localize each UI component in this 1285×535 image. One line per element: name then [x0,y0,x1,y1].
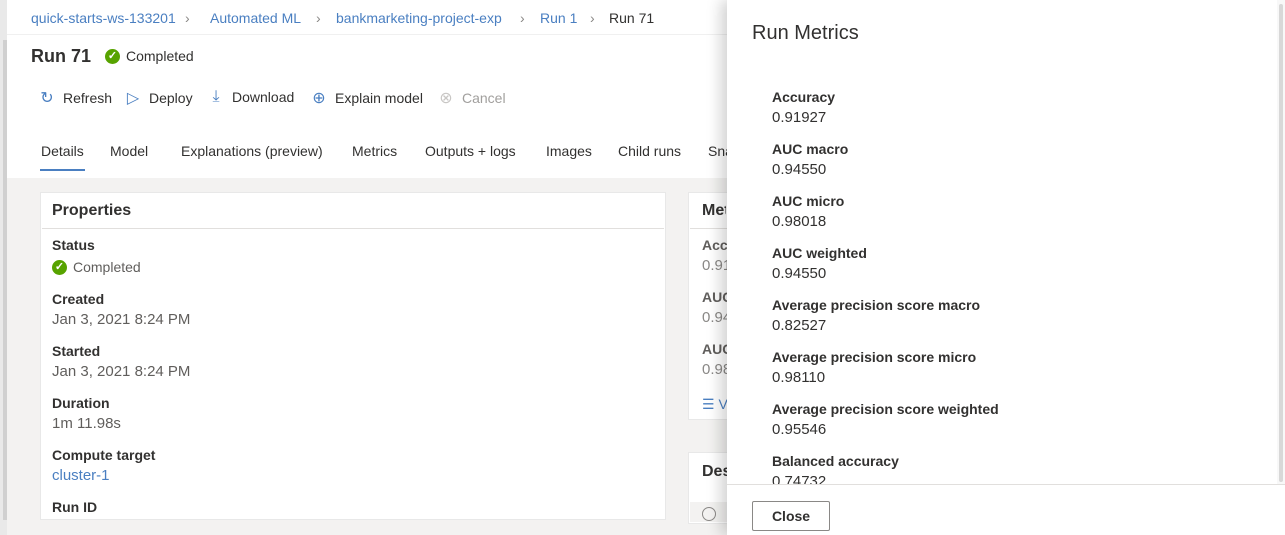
refresh-icon: ↻ [40,90,54,107]
properties-card [40,192,666,520]
created-value: Jan 3, 2021 8:24 PM [52,311,191,328]
started-value: Jan 3, 2021 8:24 PM [52,363,191,380]
play-outline-icon: ▷ [126,90,140,107]
metric-value: 0.98 [702,361,727,378]
breadcrumb-parent-run[interactable]: Run 1 [540,10,577,26]
metrics-card-title: Met [702,202,726,219]
cancel-button[interactable]: ⊗ Cancel [437,88,506,108]
info-icon [702,507,716,521]
metric-label-avg-precision-micro: Average precision score micro [772,349,977,365]
breadcrumb-chevron-icon: › [520,10,525,26]
breadcrumb-workspace[interactable]: quick-starts-ws-133201 [31,10,176,26]
tab-snapshot[interactable]: Sna [708,143,727,159]
metric-label-balanced-accuracy: Balanced accuracy [772,453,899,469]
status-value: ✓ Completed [52,259,141,275]
active-tab-indicator [40,169,85,171]
card-divider [690,228,728,229]
zoom-search-icon: ⊕ [312,90,326,107]
metric-label: Accu [702,237,727,253]
breadcrumb-automated-ml[interactable]: Automated ML [210,10,301,26]
metric-value-accuracy: 0.91927 [772,109,827,126]
properties-title: Properties [52,202,132,219]
card-divider [42,228,664,229]
cancel-circle-icon: ⊗ [439,90,453,107]
metric-label: AUC [702,341,727,357]
tab-model[interactable]: Model [110,143,148,159]
download-label: Download [232,89,295,105]
metric-label-auc-weighted: AUC weighted [772,245,867,261]
metric-label-avg-precision-macro: Average precision score macro [772,297,981,313]
started-label: Started [52,343,101,359]
check-circle-icon: ✓ [105,48,120,64]
metric-value-auc-weighted: 0.94550 [772,265,827,282]
download-icon: ⤓ [212,88,220,105]
metric-label-accuracy: Accuracy [772,89,836,105]
metrics-list[interactable]: Accuracy 0.91927 AUC macro 0.94550 AUC m… [727,80,1277,484]
metrics-card [688,192,729,420]
breadcrumb-chevron-icon: › [590,10,595,26]
status-label: Status [52,237,95,253]
metric-label-auc-macro: AUC macro [772,141,849,157]
panel-footer-divider [727,484,1285,485]
tab-images[interactable]: Images [546,143,592,159]
check-circle-icon: ✓ [52,259,67,275]
metric-value-auc-micro: 0.98018 [772,213,827,230]
breadcrumb-current-run: Run 71 [609,10,655,26]
metric-label-avg-precision-weighted: Average precision score weighted [772,401,999,417]
metric-value-avg-precision-micro: 0.98110 [772,369,826,386]
explain-model-button[interactable]: ⊕ Explain model [310,88,423,108]
metric-label-auc-micro: AUC micro [772,193,845,209]
metric-value: 0.94 [702,309,727,326]
status-badge: ✓ Completed [105,48,194,64]
refresh-button[interactable]: ↻ Refresh [38,88,112,108]
panel-scrollbar-thumb[interactable] [1279,4,1283,482]
deploy-button[interactable]: ▷ Deploy [124,88,193,108]
metric-label: AUC [702,289,727,305]
breadcrumb-experiment[interactable]: bankmarketing-project-exp [336,10,502,26]
created-label: Created [52,291,105,307]
download-button[interactable]: ⤓ Download [207,88,294,106]
panel-title: Run Metrics [752,22,859,44]
compute-target-label: Compute target [52,447,156,463]
tab-child-runs[interactable]: Child runs [618,143,681,159]
metric-value-auc-macro: 0.94550 [772,161,827,178]
tab-outputs-logs[interactable]: Outputs + logs [425,143,516,159]
view-all-metrics-link[interactable]: ☰ V [702,396,728,413]
breadcrumb-chevron-icon: › [316,10,321,26]
breadcrumb-chevron-icon: › [185,10,190,26]
description-card-title: Des [702,463,727,480]
metric-value-avg-precision-weighted: 0.95546 [772,421,827,438]
metric-value: 0.91 [702,257,727,274]
compute-target-link[interactable]: cluster-1 [52,467,110,484]
duration-value: 1m 11.98s [52,415,121,432]
refresh-label: Refresh [63,90,113,106]
run-id-label: Run ID [52,499,98,515]
status-value-text: Completed [73,259,141,275]
deploy-label: Deploy [149,90,193,106]
close-button[interactable]: Close [752,501,830,531]
metric-value-avg-precision-macro: 0.82527 [772,317,827,334]
explain-model-label: Explain model [335,90,423,106]
tab-explanations[interactable]: Explanations (preview) [181,143,323,159]
header-divider [7,34,727,35]
metric-value-balanced-accuracy: 0.74732 [772,473,827,484]
tab-metrics[interactable]: Metrics [352,143,397,159]
duration-label: Duration [52,395,110,411]
list-icon: ☰ [702,396,715,412]
tab-details[interactable]: Details [41,143,84,159]
cancel-label: Cancel [462,90,506,106]
page-title: Run 71 [31,46,92,66]
status-text: Completed [126,48,194,64]
